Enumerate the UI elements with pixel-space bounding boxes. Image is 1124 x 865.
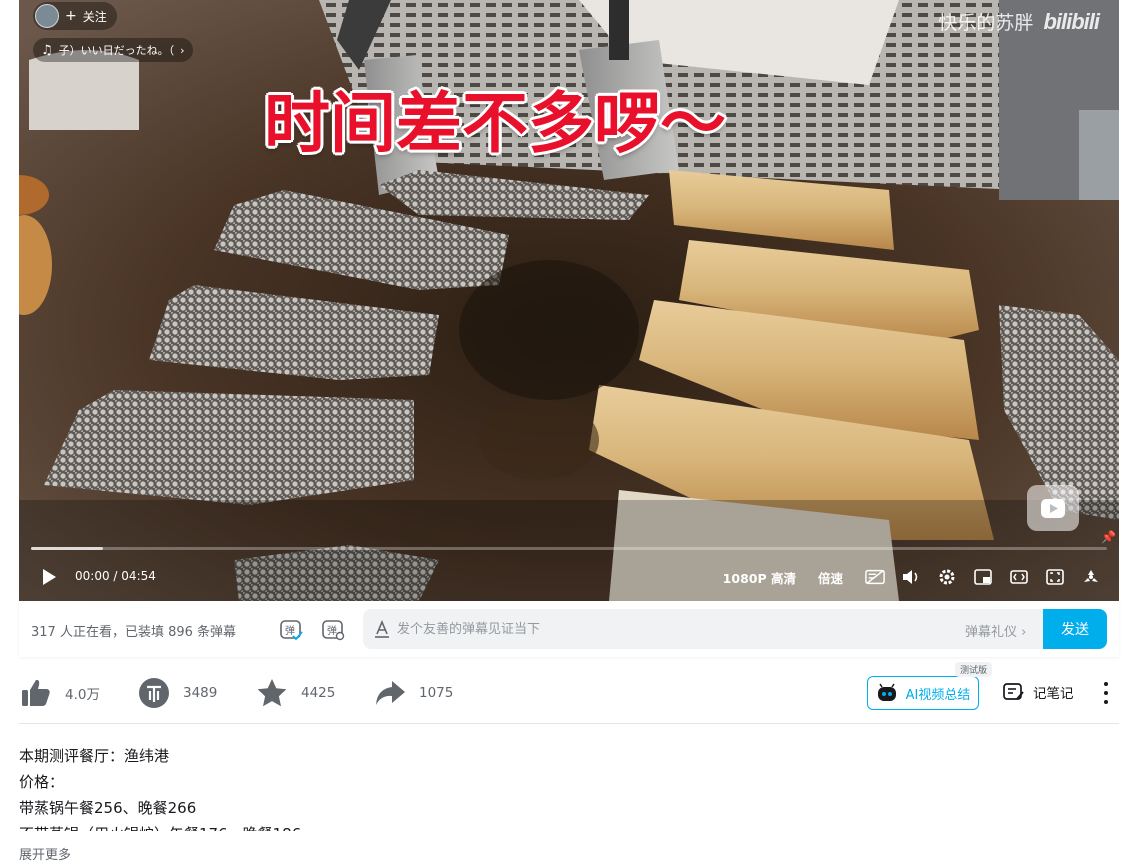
danmaku-toggle-icon[interactable] [865, 567, 885, 587]
duration: 04:54 [121, 569, 156, 583]
send-button[interactable]: 发送 [1043, 609, 1107, 649]
picture-in-picture-icon[interactable] [973, 567, 993, 587]
uploader-watermark: 快乐的苏胖 [938, 12, 1034, 34]
current-time: 00:00 [75, 569, 110, 583]
danmaku-input[interactable] [397, 609, 947, 649]
like-button[interactable]: 4.0万 [19, 676, 100, 710]
expand-more-button[interactable]: 展开更多 [19, 844, 71, 863]
video-player[interactable]: + 关注 ♫ 子）いい日だったね。（ › 快乐的苏胖 bilibili 时间差不… [19, 0, 1119, 601]
ai-summary-label: AI视频总结 [905, 687, 971, 703]
viewer-info: 317 人正在看，已装填 896 条弹幕 [31, 625, 237, 640]
follow-label: 关注 [82, 9, 107, 24]
time-display: 00:00 / 04:54 [75, 569, 156, 583]
thumbs-up-icon [19, 676, 53, 710]
description-line: 价格： [19, 773, 65, 791]
fullscreen-icon[interactable] [1081, 567, 1101, 587]
bilibili-logo: bilibili [1043, 8, 1100, 34]
speed-button[interactable]: 倍速 [818, 568, 843, 587]
player-top-overlay: + 关注 ♫ 子）いい日だったね。（ › [33, 2, 193, 62]
description-line: 带蒸锅午餐256、晚餐266 [19, 799, 197, 817]
danmaku-display-toggle-icon[interactable]: 弹 [279, 618, 303, 642]
chevron-right-icon: › [180, 43, 185, 57]
video-toolbar: 4.0万 3489 4425 1075 AI视频总结 测试版 记笔记 [19, 662, 1119, 724]
share-arrow-icon [373, 676, 407, 710]
settings-gear-icon[interactable] [937, 567, 957, 587]
favorite-count: 4425 [301, 685, 336, 701]
progress-buffer [31, 547, 104, 550]
music-note-icon: ♫ [41, 42, 53, 58]
player-controls: 00:00 / 04:54 1080P 高清 倍速 [19, 562, 1119, 592]
coin-button[interactable]: 3489 [137, 676, 217, 710]
danmaku-etiquette-link[interactable]: 弹幕礼仪 › [965, 621, 1026, 640]
quality-button[interactable]: 1080P 高清 [723, 568, 796, 587]
pin-icon[interactable]: 📌 [1101, 530, 1116, 544]
ai-summary-button[interactable]: AI视频总结 [867, 676, 979, 710]
share-button[interactable]: 1075 [373, 676, 453, 710]
video-description: 本期测评餐厅：渔纬港 价格： 带蒸锅午餐256、晚餐266 不带蒸锅（用火锅炉）… [19, 743, 1119, 831]
play-icon[interactable] [39, 567, 59, 587]
controls-right: 1080P 高清 倍速 [723, 562, 1101, 592]
share-count: 1075 [419, 685, 454, 701]
web-fullscreen-icon[interactable] [1045, 567, 1065, 587]
favorite-button[interactable]: 4425 [255, 676, 335, 710]
coin-count: 3489 [183, 685, 218, 701]
bgm-title: 子）いい日だったね。（ [58, 44, 175, 57]
progress-bar[interactable] [31, 547, 1107, 550]
danmaku-glyph: 弹 [285, 624, 295, 637]
robot-icon [877, 683, 896, 701]
danmaku-input-wrapper: 弹幕礼仪 › 发送 [363, 609, 1107, 649]
mini-player-button[interactable] [1027, 485, 1079, 531]
like-count: 4.0万 [65, 687, 100, 703]
coin-icon [137, 676, 171, 710]
time-separator: / [113, 569, 118, 583]
play-circle-icon [1041, 499, 1065, 518]
video-watermark: 快乐的苏胖 bilibili [938, 8, 1100, 35]
notebook-pen-icon [1003, 683, 1024, 700]
danmaku-glyph: 弹 [327, 624, 337, 637]
notes-button[interactable]: 记笔记 [1003, 682, 1074, 702]
plus-icon: + [65, 8, 77, 24]
avatar[interactable] [35, 4, 59, 28]
burned-in-subtitle: 时间差不多啰～ [264, 85, 726, 162]
danmaku-settings-icon[interactable]: 弹 [321, 618, 345, 642]
description-line: 不带蒸锅（用火锅炉）午餐176、晚餐186 [19, 821, 1119, 831]
description-line: 本期测评餐厅：渔纬港 [19, 747, 170, 765]
bgm-tag[interactable]: ♫ 子）いい日だったね。（ › [33, 38, 193, 62]
follow-button[interactable]: + 关注 [33, 2, 117, 30]
beta-badge: 测试版 [955, 662, 993, 677]
star-icon [255, 676, 289, 710]
volume-icon[interactable] [901, 567, 921, 587]
text-style-icon[interactable] [373, 620, 391, 638]
widescreen-icon[interactable] [1009, 567, 1029, 587]
notes-label: 记笔记 [1033, 686, 1074, 702]
danmaku-bar: 317 人正在看，已装填 896 条弹幕 弹 弹 弹幕礼仪 › 发送 [19, 601, 1119, 657]
more-options-icon[interactable] [1100, 682, 1112, 704]
